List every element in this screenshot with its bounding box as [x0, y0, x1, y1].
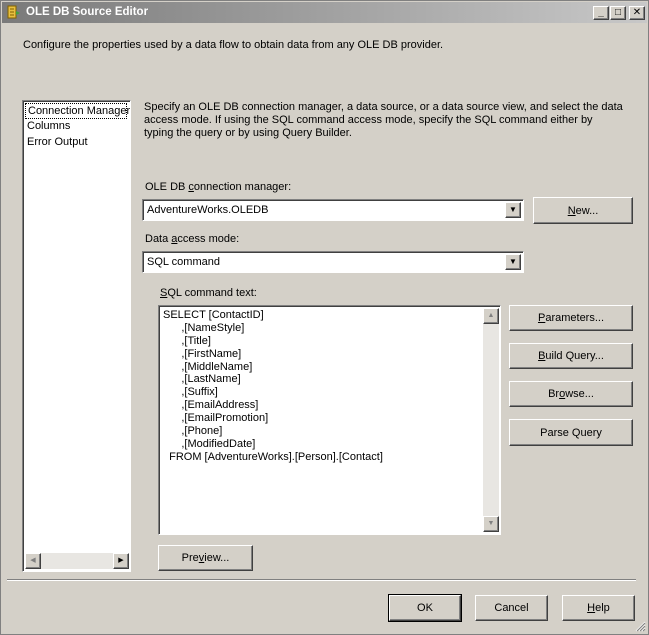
maximize-icon: □	[614, 7, 622, 18]
vertical-scroll-track[interactable]	[483, 324, 499, 516]
help-button-label: Help	[587, 602, 610, 614]
instructions-text: Specify an OLE DB connection manager, a …	[144, 101, 623, 139]
connection-manager-combo[interactable]: AdventureWorks.OLEDB ▼	[142, 199, 524, 221]
cancel-button[interactable]: Cancel	[475, 595, 548, 621]
parse-query-button[interactable]: Parse Query	[509, 419, 633, 446]
close-button[interactable]: ✕	[629, 6, 645, 20]
sql-line: ,[NameStyle]	[163, 321, 245, 334]
scroll-down-arrow-icon: ▼	[487, 520, 495, 527]
window-title: OLE DB Source Editor	[26, 6, 149, 18]
sql-line: SELECT [ContactID]	[163, 309, 264, 321]
ole-db-source-editor-dialog: OLE DB Source Editor _ □ ✕ Configure the…	[0, 0, 649, 635]
dialog-description: Configure the properties used by a data …	[23, 39, 444, 51]
ok-button[interactable]: OK	[388, 594, 462, 622]
ssis-source-icon	[7, 5, 20, 19]
new-connection-button[interactable]: New...	[533, 197, 633, 224]
sql-line: ,[EmailAddress]	[163, 399, 259, 412]
scroll-left-button[interactable]: ◀	[25, 553, 41, 569]
sql-line: FROM [AdventureWorks].[Person].[Contact]	[163, 450, 383, 463]
sql-line: ,[MiddleName]	[163, 360, 253, 373]
preview-button-label: Preview...	[181, 552, 230, 564]
maximize-button[interactable]: □	[610, 6, 626, 20]
scroll-up-arrow-icon: ▲	[487, 312, 495, 319]
sql-line: ,[FirstName]	[163, 347, 242, 360]
scroll-right-button[interactable]: ▶	[113, 553, 129, 569]
close-icon: ✕	[632, 7, 642, 18]
connection-manager-dropdown-button[interactable]: ▼	[505, 202, 521, 218]
sql-line: ,[Title]	[163, 334, 211, 347]
sql-line: ,[Phone]	[163, 425, 223, 438]
new-connection-button-label: New...	[567, 204, 599, 217]
parameters-button[interactable]: Parameters...	[509, 305, 633, 331]
footer-separator	[7, 579, 636, 581]
build-query-button-label: Build Query...	[538, 350, 604, 362]
build-query-button[interactable]: Build Query...	[509, 343, 633, 369]
data-access-mode-value: SQL command	[147, 256, 220, 268]
chevron-down-icon: ▼	[509, 257, 517, 266]
sql-command-content: SELECT [ContactID] ,[NameStyle] ,[Title]…	[163, 309, 383, 464]
scroll-down-button[interactable]: ▼	[483, 516, 499, 532]
horizontal-scroll-track[interactable]	[41, 553, 114, 569]
title-bar[interactable]: OLE DB Source Editor _ □ ✕	[2, 2, 647, 23]
browse-button-label: Browse...	[548, 388, 594, 400]
nav-item-error-output[interactable]: Error Output	[25, 135, 127, 151]
ok-button-label: OK	[417, 602, 433, 614]
sql-line: ,[ModifiedDate]	[163, 437, 256, 450]
scroll-up-button[interactable]: ▲	[483, 308, 499, 324]
minimize-button[interactable]: _	[593, 6, 609, 20]
chevron-down-icon: ▼	[509, 205, 517, 214]
connection-manager-label: OLE DB connection manager:	[145, 181, 292, 193]
data-access-mode-label: Data access mode:	[145, 233, 240, 245]
nav-item-label: Error Output	[27, 136, 88, 148]
parameters-button-label: Parameters...	[537, 312, 605, 324]
nav-item-label: Connection Manager	[28, 105, 131, 117]
help-button[interactable]: Help	[562, 595, 635, 621]
nav-item-label: Columns	[27, 120, 71, 132]
data-access-mode-combo[interactable]: SQL command ▼	[142, 251, 524, 273]
preview-button[interactable]: Preview...	[158, 545, 253, 571]
scroll-right-arrow-icon: ▶	[118, 557, 124, 564]
scroll-left-arrow-icon: ◀	[30, 557, 36, 564]
browse-button[interactable]: Browse...	[509, 381, 633, 407]
minimize-icon: _	[598, 7, 604, 18]
page-navigation-list: Connection Manager Columns Error Output …	[22, 100, 131, 572]
parse-query-button-label: Parse Query	[540, 426, 602, 439]
data-access-mode-dropdown-button[interactable]: ▼	[505, 254, 521, 270]
sql-line: ,[LastName]	[163, 373, 241, 386]
sql-command-textarea[interactable]: SELECT [ContactID] ,[NameStyle] ,[Title]…	[158, 305, 501, 535]
nav-item-columns[interactable]: Columns	[25, 119, 127, 135]
sql-line: ,[EmailPromotion]	[163, 412, 269, 425]
resize-grip-icon[interactable]	[634, 620, 646, 632]
nav-item-connection-manager[interactable]: Connection Manager	[25, 103, 131, 119]
cancel-button-label: Cancel	[494, 602, 529, 614]
connection-manager-value: AdventureWorks.OLEDB	[147, 204, 269, 216]
sql-command-text-label: SQL command text:	[160, 287, 257, 299]
sql-line: ,[Suffix]	[163, 386, 218, 399]
